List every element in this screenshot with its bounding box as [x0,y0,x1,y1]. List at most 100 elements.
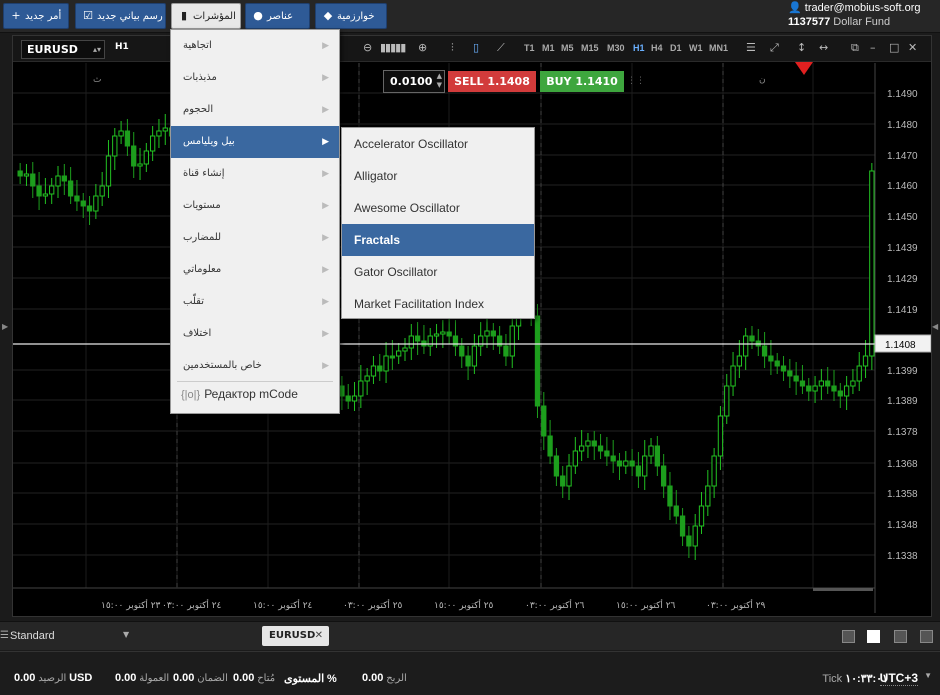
candle [471,345,478,367]
candle [137,163,143,167]
drag-handle-icon[interactable]: ⋮⋮ [627,76,645,86]
candle [591,440,597,447]
candle [465,355,471,367]
candle [730,365,736,387]
candle [768,355,774,362]
close-tab-icon[interactable]: ✕ [315,626,323,646]
left-collapse-icon[interactable]: ▶ [2,322,8,331]
menu-item[interactable]: بيل ويليامس ▶ [171,126,339,158]
available: 0.00 مُتاح [233,672,276,684]
sell-button[interactable]: SELL 1.1408 [448,71,536,92]
candle [661,465,667,487]
timeframe-h4[interactable]: H4 [651,43,663,53]
candle [80,200,86,207]
zoom-in-icon[interactable]: ⊕ [418,41,427,54]
candle [383,355,389,372]
layout-columns-icon[interactable] [894,630,907,643]
layout-rows-icon[interactable] [920,630,933,643]
chevron-right-icon: ▶ [322,73,329,83]
submenu-item[interactable]: Market Facilitation Index [342,288,534,320]
menu-item[interactable]: اتجاهية ▶ [171,30,339,62]
horizontal-scale-icon[interactable]: ↔ [819,41,828,54]
submenu-item[interactable]: Gator Oscillator [342,256,534,288]
layout-single-icon[interactable] [842,630,855,643]
timeframe-m30[interactable]: M30 [607,43,625,53]
timeframe-h1[interactable]: H1 [633,43,645,53]
timeframe-t1[interactable]: T1 [524,43,535,53]
timezone-select[interactable]: UTC+3 [879,671,918,686]
close-icon[interactable]: ✕ [908,41,917,54]
menu-item[interactable]: خاص بالمستخدمين ▶ [171,350,339,382]
new-order-button[interactable]: + أمر جديد [3,3,69,29]
popout-icon[interactable]: ⧉ [851,41,859,55]
lot-size-input[interactable]: 0.0100 ▲ ▼ [383,70,445,93]
menu-item[interactable]: معلوماتي ▶ [171,254,339,286]
submenu-item[interactable]: Awesome Oscillator [342,192,534,224]
maximize-icon[interactable]: □ [889,41,899,54]
candle [118,130,124,137]
candle [850,380,856,387]
zoom-slider-icon[interactable]: ▮▮▮▮▮ [380,41,406,54]
timeframe-w1[interactable]: W1 [689,43,703,53]
timeframe-d1[interactable]: D1 [670,43,682,53]
layout-grid-icon[interactable] [867,630,880,643]
candle [825,380,831,387]
candle [635,465,642,477]
candle [686,535,692,547]
time-tick-label: ٢٤ أكتوبر ٠٣:٠٠ [162,599,222,611]
price-tick-label: 1.1348 [887,520,918,531]
commission: 0.00 العمولة [115,672,170,684]
submenu-item[interactable]: Alligator [342,160,534,192]
right-collapse-icon[interactable]: ◀ [932,322,938,331]
mcode-editor-item[interactable]: {|o|} Редактор mCode [181,387,298,401]
buy-button[interactable]: BUY 1.1410 [540,71,624,92]
candle [408,335,414,349]
spinner-icon: ▲ ▼ [436,72,442,89]
price-chart[interactable]: 1.1490 1.1480 1.1470 1.1460 1.1450 1.1439 1.14… [13,36,931,616]
account-email: trader@mobius-soft.org [804,2,921,14]
elements-button[interactable]: ● عناصر [245,3,310,29]
price-tick-label: 1.1378 [887,427,918,438]
menu-item[interactable]: إنشاء قناة ▶ [171,158,339,190]
new-chart-button[interactable]: ☑ رسم بياني جديد [75,3,166,29]
tab-eurusd[interactable]: EURUSD ✕ [262,626,329,646]
chevron-down-icon[interactable]: ▼ [123,630,129,639]
candles-icon[interactable]: ▯ [473,41,479,54]
timeframe-m15[interactable]: M15 [581,43,599,53]
chevron-down-icon[interactable]: ▼ [924,671,932,680]
timeframe-mn1[interactable]: MN1 [709,43,728,53]
candle [843,385,850,397]
candle [547,435,553,457]
menu-item[interactable]: تقلّب ▶ [171,286,339,318]
vertical-scale-icon[interactable]: ↕ [797,41,806,54]
submenu-item[interactable]: Accelerator Oscillator [342,128,534,160]
chevron-right-icon: ▶ [322,41,329,51]
menu-item[interactable]: الحجوم ▶ [171,94,339,126]
scale-icon[interactable]: ⤢ [770,41,779,55]
algorithms-button[interactable]: ◆ خوارزمية [315,3,387,29]
timeframe-m5[interactable]: M5 [561,43,574,53]
bar-chart-icon: ▮ [180,9,188,22]
minimize-icon[interactable]: – [870,41,876,54]
menu-item[interactable]: اختلاف ▶ [171,318,339,350]
menu-icon[interactable]: ☰ [0,630,9,641]
candle [812,385,818,392]
menu-item[interactable]: مذبذبات ▶ [171,62,339,94]
indicators-button[interactable]: ▮ المؤشرات [171,3,241,29]
chart-window: 1.1490 1.1480 1.1470 1.1460 1.1450 1.1439 1.14… [12,35,932,617]
candle [705,485,711,507]
candle [503,345,509,357]
timeframe-m1[interactable]: M1 [542,43,555,53]
symbol-select[interactable]: EURUSD ▴▾ [21,40,105,59]
submenu-item[interactable]: Fractals [342,224,534,256]
candle [623,460,629,467]
menu-item[interactable]: مستويات ▶ [171,190,339,222]
menu-item[interactable]: للمضارب ▶ [171,222,339,254]
account-info[interactable]: 👤 trader@mobius-soft.org 1137577 Dollar … [788,1,934,28]
indicators-list-icon[interactable]: ☰ [746,41,756,54]
zoom-out-icon[interactable]: ⊖ [363,41,372,54]
bar-type-icon[interactable]: ⫶ [451,41,454,55]
workspace-select[interactable]: Standard [10,630,55,642]
line-icon[interactable]: ⟋ [497,41,505,55]
candle [610,455,616,462]
